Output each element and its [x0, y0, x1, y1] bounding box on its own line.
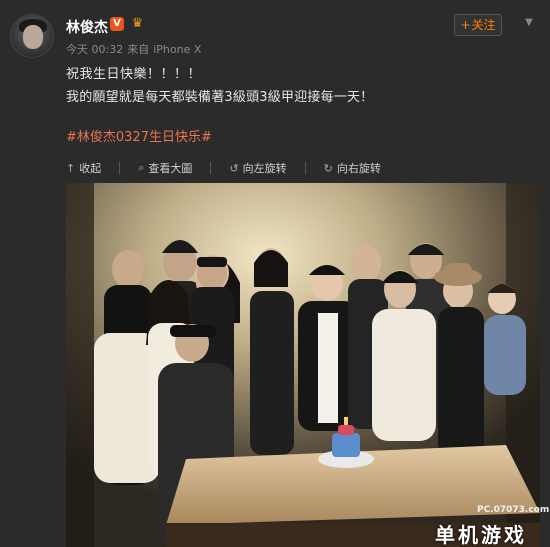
post-source-prefix: 来自 — [127, 43, 150, 56]
rotate-right-icon: ↻ — [323, 161, 333, 175]
image-toolbar: ↑ 收起 ⌕ 查看大圖 ↺ 向左旋转 ↻ 向右旋转 — [66, 154, 550, 182]
collapse-label: 收起 — [79, 162, 102, 175]
post-photo[interactable] — [66, 183, 540, 547]
plus-icon: + — [460, 18, 471, 32]
verified-badge-icon: V — [110, 17, 124, 31]
post-text-line2: 我的願望就是每天都裝備著3級頭3級甲迎接每一天！ — [66, 90, 374, 105]
collapse-icon: ↑ — [66, 161, 76, 175]
magnify-icon: ⌕ — [138, 161, 145, 174]
username[interactable]: 林俊杰 — [66, 17, 108, 37]
rotate-right-label: 向右旋转 — [336, 162, 381, 175]
view-large-button[interactable]: ⌕ 查看大圖 — [138, 154, 192, 182]
toolbar-divider — [210, 162, 212, 174]
rotate-right-button[interactable]: ↻ 向右旋转 — [324, 154, 381, 182]
group-photo-illustration — [66, 183, 540, 547]
rotate-left-icon: ↺ — [229, 161, 239, 175]
rotate-left-button[interactable]: ↺ 向左旋转 — [229, 154, 286, 182]
post-source[interactable]: iPhone X — [153, 43, 201, 56]
post-time[interactable]: 今天 00:32 — [66, 43, 123, 56]
watermark-logo-text: 单机游戏 — [435, 523, 527, 547]
avatar-face — [23, 25, 43, 49]
follow-button[interactable]: +关注 — [454, 14, 502, 36]
hashtag-link[interactable]: #林俊杰0327生日快乐# — [66, 126, 212, 145]
follow-label: 关注 — [471, 18, 496, 32]
crown-icon: ♛ — [131, 16, 144, 31]
toolbar-divider — [119, 162, 121, 174]
weibo-post: 林俊杰 V ♛ 今天 00:32 来自 iPhone X +关注 ▼ 祝我生日快樂！… — [0, 0, 550, 547]
avatar[interactable] — [10, 14, 54, 58]
toolbar-divider — [304, 162, 306, 174]
watermark-logo: 单机游戏 — [421, 519, 547, 547]
post-header: 林俊杰 V ♛ 今天 00:32 来自 iPhone X +关注 ▼ 祝我生日快樂！… — [0, 0, 550, 150]
post-text-line1: 祝我生日快樂！！！！ — [66, 67, 202, 82]
post-meta: 今天 00:32 来自 iPhone X — [66, 41, 205, 57]
collapse-button[interactable]: ↑ 收起 — [66, 154, 101, 182]
watermark-domain: PC.07073.com — [477, 505, 550, 515]
chevron-down-icon[interactable]: ▼ — [522, 16, 536, 30]
view-large-label: 查看大圖 — [148, 162, 193, 175]
rotate-left-label: 向左旋转 — [242, 162, 287, 175]
